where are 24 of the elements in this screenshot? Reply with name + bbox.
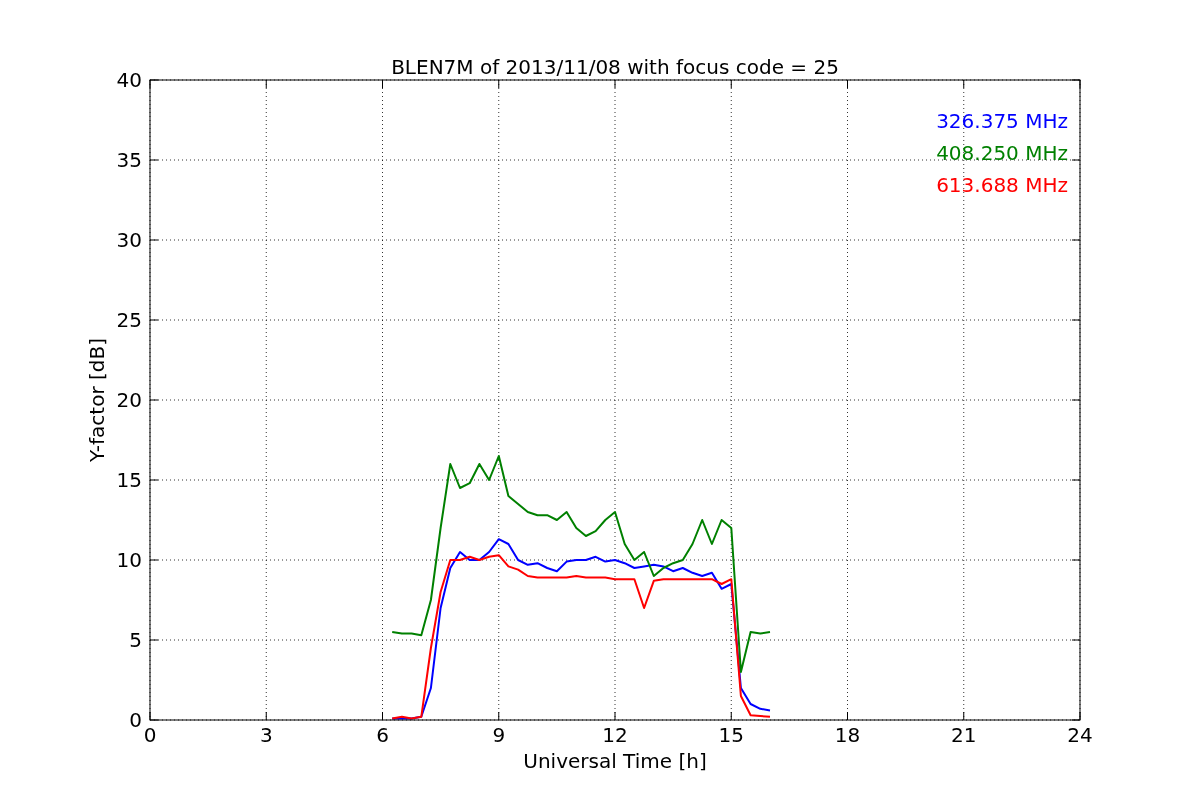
tick-label: 40 [116,68,142,92]
tick-label: 24 [1067,723,1093,747]
legend-label: 408.250 MHz [936,141,1068,165]
chart-title: BLEN7M of 2013/11/08 with focus code = 25 [391,55,839,79]
tick-label: 21 [951,723,977,747]
tick-label: 15 [116,468,142,492]
tick-label: 9 [492,723,506,747]
tick-label: 10 [116,548,142,572]
tick-label: 6 [376,723,389,747]
tick-label: 30 [116,228,142,252]
tick-label: 3 [259,723,273,747]
tick-label: 0 [143,723,157,747]
legend-label: 326.375 MHz [936,109,1068,133]
tick-label: 20 [116,388,142,412]
tick-label: 15 [718,723,744,747]
legend-label: 613.688 MHz [936,173,1068,197]
axis-label: Universal Time [h] [523,749,707,773]
tick-label: 12 [602,723,628,747]
axis-label: Y-factor [dB] [85,338,109,462]
tick-label: 35 [116,148,142,172]
tick-label: 18 [834,723,861,747]
tick-label: 0 [129,708,142,732]
tick-label: 5 [129,628,142,652]
tick-label: 25 [116,308,142,332]
